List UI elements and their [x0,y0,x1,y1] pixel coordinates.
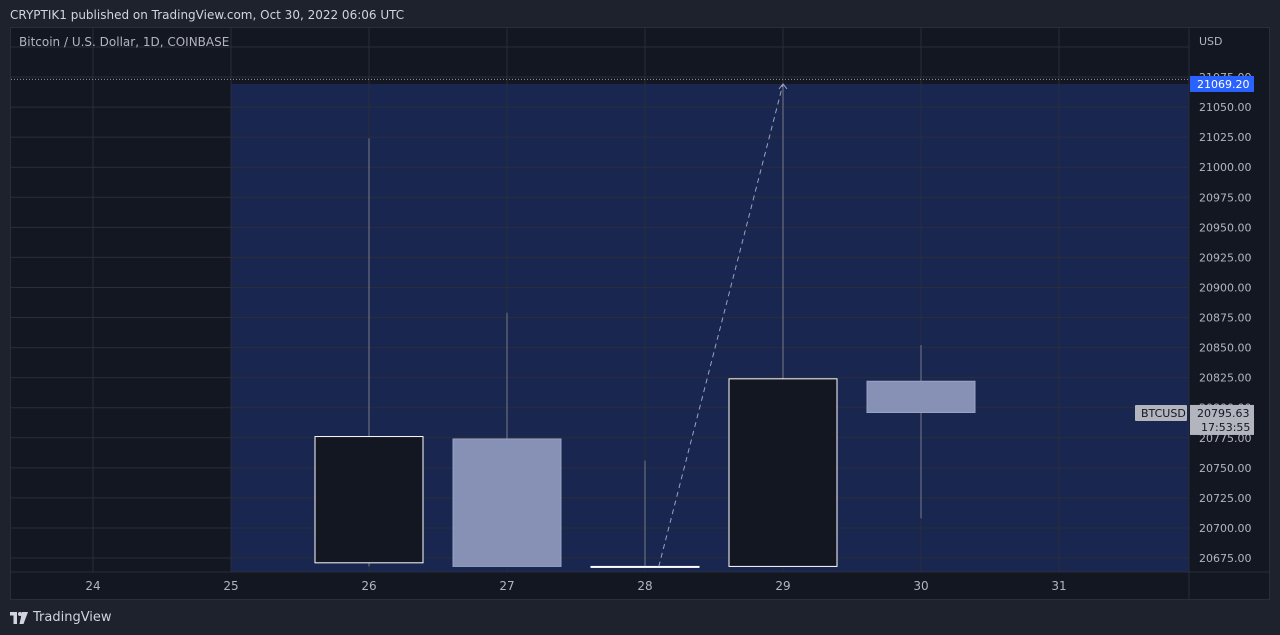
chart-title: Bitcoin / U.S. Dollar, 1D, COINBASE [19,35,229,49]
candle-body-30 [866,380,976,413]
y-tick-label-21050: 21050.00 [1199,101,1252,114]
y-tick-label-20700: 20700.00 [1199,522,1252,535]
y-tick-label-20675: 20675.00 [1199,552,1252,565]
footer-brand[interactable]: TradingView [10,608,112,628]
y-tick-label-20925: 20925.00 [1199,251,1252,264]
candle-body-27 [452,438,562,567]
y-tick-label-21025: 21025.00 [1199,131,1252,144]
candle-body-28 [590,565,700,568]
y-tick-label-20900: 20900.00 [1199,281,1252,294]
y-tick-label-20875: 20875.00 [1199,312,1252,325]
x-tick-label-27: 27 [499,579,514,593]
footer-brand-label: TradingView [33,610,112,625]
symbol-badge-text: BTCUSD [1141,407,1186,420]
publish-info: CRYPTIK1 published on TradingView.com, O… [10,6,404,24]
publish-info-text: CRYPTIK1 published on TradingView.com, O… [10,8,405,22]
x-tick-label-31: 31 [1051,579,1066,593]
last-price-badge-text: 20795.63 [1197,407,1250,420]
y-tick-label-20825: 20825.00 [1199,372,1252,385]
x-tick-label-30: 30 [913,579,928,593]
last-price-countdown: 17:53:55 [1201,421,1250,434]
y-tick-label-21000: 21000.00 [1199,161,1252,174]
y-tick-label-20850: 20850.00 [1199,342,1252,355]
x-tick-label-26: 26 [361,579,376,593]
x-tick-label-25: 25 [223,579,238,593]
candlestick-chart[interactable]: Bitcoin / U.S. Dollar, 1D, COINBASE USD 20… [11,28,1269,599]
candle-body-26 [314,436,424,564]
candle-body-29 [728,378,838,567]
x-tick-label-29: 29 [775,579,790,593]
tradingview-logo-icon [10,612,28,624]
y-tick-label-20950: 20950.00 [1199,221,1252,234]
x-tick-label-28: 28 [637,579,652,593]
chart-panel[interactable]: Bitcoin / U.S. Dollar, 1D, COINBASE USD 20… [10,27,1270,600]
currency-label: USD [1199,35,1223,48]
y-tick-label-20975: 20975.00 [1199,191,1252,204]
y-tick-label-20750: 20750.00 [1199,462,1252,475]
y-tick-label-20725: 20725.00 [1199,492,1252,505]
high-price-badge-text: 21069.20 [1197,78,1250,91]
x-tick-label-24: 24 [85,579,100,593]
plot-area [11,28,1189,572]
